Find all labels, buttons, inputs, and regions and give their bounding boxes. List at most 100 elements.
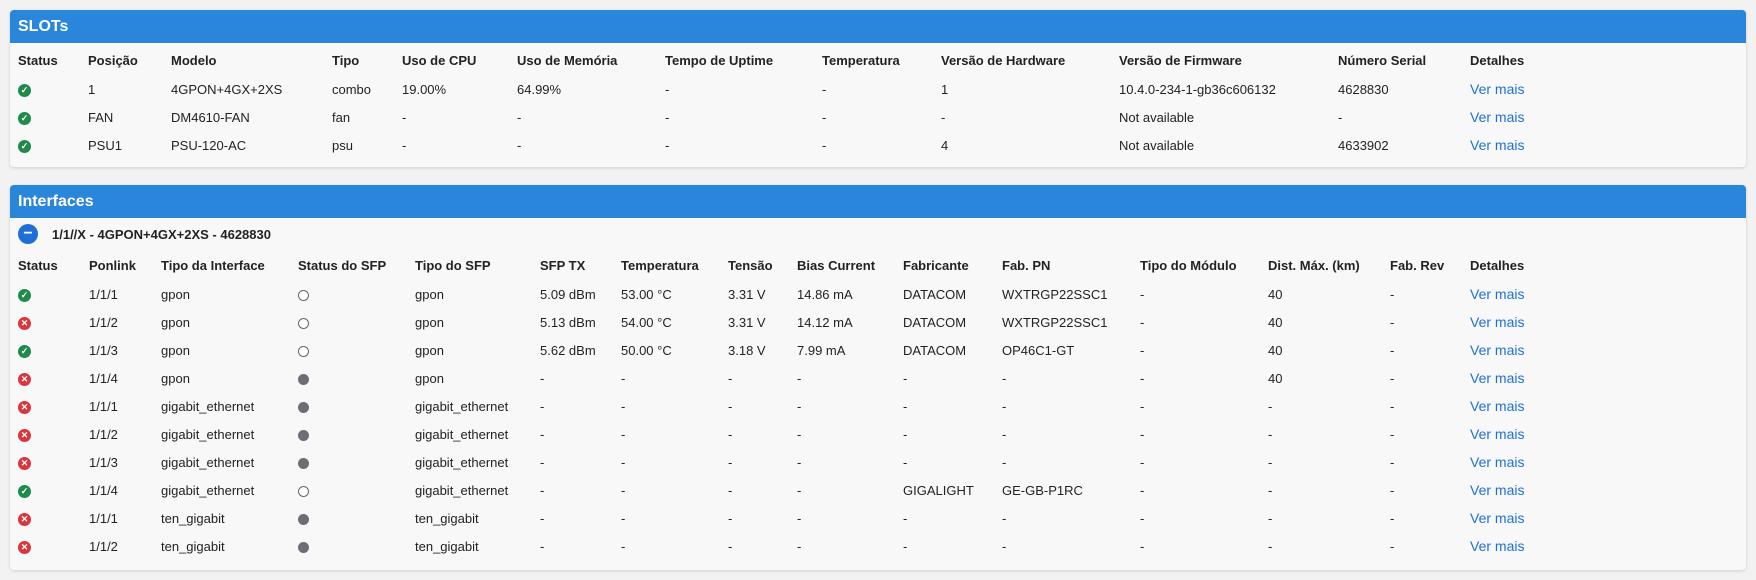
slot-fw: Not available — [1119, 137, 1195, 153]
slot-hw: 4 — [941, 137, 949, 153]
sfp-status-cell — [290, 280, 407, 308]
iface-sfp_type: gigabit_ethernet — [415, 426, 509, 442]
empty-circle-icon — [298, 345, 309, 357]
details-cell: Ver mais — [1462, 504, 1746, 532]
column-header: Temperatura — [822, 52, 900, 68]
column-header: Modelo — [171, 52, 217, 68]
sfp-status-cell — [290, 364, 407, 392]
filled-circle-icon — [298, 401, 309, 413]
ver-mais-link[interactable]: Ver mais — [1470, 286, 1524, 302]
iface-iface_type: gpon — [161, 286, 190, 302]
iface-ponlink: 1/1/1 — [89, 286, 118, 302]
slot-model: 4GPON+4GX+2XS — [171, 81, 283, 97]
iface-module: - — [1140, 454, 1145, 470]
filled-circle-icon — [298, 429, 309, 441]
column-header: Status — [18, 257, 58, 273]
status-cell: ✕ — [10, 364, 81, 392]
iface-module: - — [1140, 510, 1145, 526]
ver-mais-link[interactable]: Ver mais — [1470, 314, 1524, 330]
interface-row: ✕ 1/1/1 ten_gigabit ten_gigabit - - - - - - - - - Ver… — [10, 504, 1746, 532]
iface-ponlink: 1/1/1 — [89, 510, 118, 526]
iface-sfp_type: ten_gigabit — [415, 510, 479, 526]
iface-sfp_type: gigabit_ethernet — [415, 398, 509, 414]
column-header: Uso de Memória — [517, 52, 618, 68]
iface-vendor: GIGALIGHT — [903, 482, 974, 498]
ver-mais-link[interactable]: Ver mais — [1470, 109, 1524, 125]
slot-cpu: - — [402, 137, 407, 153]
interfaces-header: Interfaces — [10, 185, 1746, 218]
column-header: Status — [18, 52, 58, 68]
ver-mais-link[interactable]: Ver mais — [1470, 538, 1524, 554]
iface-pn: - — [1002, 538, 1007, 554]
iface-vendor: - — [903, 454, 908, 470]
sfp-status-cell — [290, 308, 407, 336]
iface-voltage: - — [728, 538, 733, 554]
iface-temperature: - — [621, 510, 626, 526]
ver-mais-link[interactable]: Ver mais — [1470, 482, 1524, 498]
interface-group-title: 1/1//X - 4GPON+4GX+2XS - 4628830 — [52, 226, 271, 242]
iface-ponlink: 1/1/4 — [89, 370, 118, 386]
slot-serial: - — [1338, 109, 1343, 125]
slot-serial: 4628830 — [1338, 81, 1389, 97]
iface-temperature: - — [621, 482, 626, 498]
iface-rev: - — [1390, 370, 1395, 386]
ver-mais-link[interactable]: Ver mais — [1470, 137, 1524, 153]
interface-row: ✕ 1/1/1 gigabit_ethernet gigabit_ethernet - -… — [10, 392, 1746, 420]
status-cell: ✓ — [10, 336, 81, 364]
iface-voltage: - — [728, 426, 733, 442]
details-cell: Ver mais — [1462, 476, 1746, 504]
details-cell: Ver mais — [1462, 448, 1746, 476]
iface-sfp_type: ten_gigabit — [415, 538, 479, 554]
column-header: Fabricante — [903, 257, 969, 273]
interface-row: ✓ 1/1/3 gpon gpon 5.62 dBm 50.00 °C 3.18 V 7.99… — [10, 336, 1746, 364]
slot-memory: - — [517, 109, 522, 125]
iface-voltage: - — [728, 370, 733, 386]
interface-row: ✕ 1/1/4 gpon gpon - - - - - - - 40 - Ver mais — [10, 364, 1746, 392]
column-header: Tipo do Módulo — [1140, 257, 1237, 273]
sfp-status-cell — [290, 532, 407, 560]
column-header: Ponlink — [89, 257, 136, 273]
iface-pn: WXTRGP22SSC1 — [1002, 314, 1108, 330]
iface-module: - — [1140, 482, 1145, 498]
slot-position: FAN — [88, 109, 114, 125]
iface-iface_type: ten_gigabit — [161, 510, 225, 526]
iface-vendor: - — [903, 538, 908, 554]
status-cell: ✕ — [10, 532, 81, 560]
slot-uptime: - — [665, 137, 670, 153]
ver-mais-link[interactable]: Ver mais — [1470, 342, 1524, 358]
ver-mais-link[interactable]: Ver mais — [1470, 426, 1524, 442]
slot-row: ✓ 1 4GPON+4GX+2XS combo 19.00% 64.99% - - 1 10.4.… — [10, 75, 1746, 103]
iface-rev: - — [1390, 398, 1395, 414]
column-header: SFP TX — [540, 257, 586, 273]
iface-dist: - — [1268, 538, 1273, 554]
iface-sfp_tx: - — [540, 482, 545, 498]
iface-vendor: DATACOM — [903, 286, 967, 302]
column-header: Tipo — [332, 52, 360, 68]
ver-mais-link[interactable]: Ver mais — [1470, 510, 1524, 526]
column-header: Posição — [88, 52, 138, 68]
ver-mais-link[interactable]: Ver mais — [1470, 454, 1524, 470]
iface-vendor: DATACOM — [903, 314, 967, 330]
check-circle-icon: ✓ — [18, 484, 31, 498]
iface-sfp_type: gpon — [415, 286, 444, 302]
iface-rev: - — [1390, 482, 1395, 498]
slot-memory: - — [517, 137, 522, 153]
slots-header-row: Status Posição Modelo Tipo Uso de CPU Uso de … — [10, 45, 1746, 75]
status-cell: ✕ — [10, 392, 81, 420]
ver-mais-link[interactable]: Ver mais — [1470, 398, 1524, 414]
check-circle-icon: ✓ — [18, 83, 31, 97]
iface-pn: - — [1002, 370, 1007, 386]
column-header: Fab. Rev — [1390, 257, 1445, 273]
x-circle-icon: ✕ — [18, 316, 31, 330]
iface-sfp_tx: - — [540, 538, 545, 554]
interface-row: ✕ 1/1/2 gigabit_ethernet gigabit_ethernet - -… — [10, 420, 1746, 448]
ver-mais-link[interactable]: Ver mais — [1470, 370, 1524, 386]
details-cell: Ver mais — [1462, 392, 1746, 420]
slot-position: 1 — [88, 81, 96, 97]
details-cell: Ver mais — [1462, 103, 1746, 131]
slot-fw: Not available — [1119, 109, 1195, 125]
iface-bias: 14.12 mA — [797, 314, 853, 330]
details-cell: Ver mais — [1462, 364, 1746, 392]
ver-mais-link[interactable]: Ver mais — [1470, 81, 1524, 97]
collapse-group-button[interactable]: − — [18, 224, 38, 244]
